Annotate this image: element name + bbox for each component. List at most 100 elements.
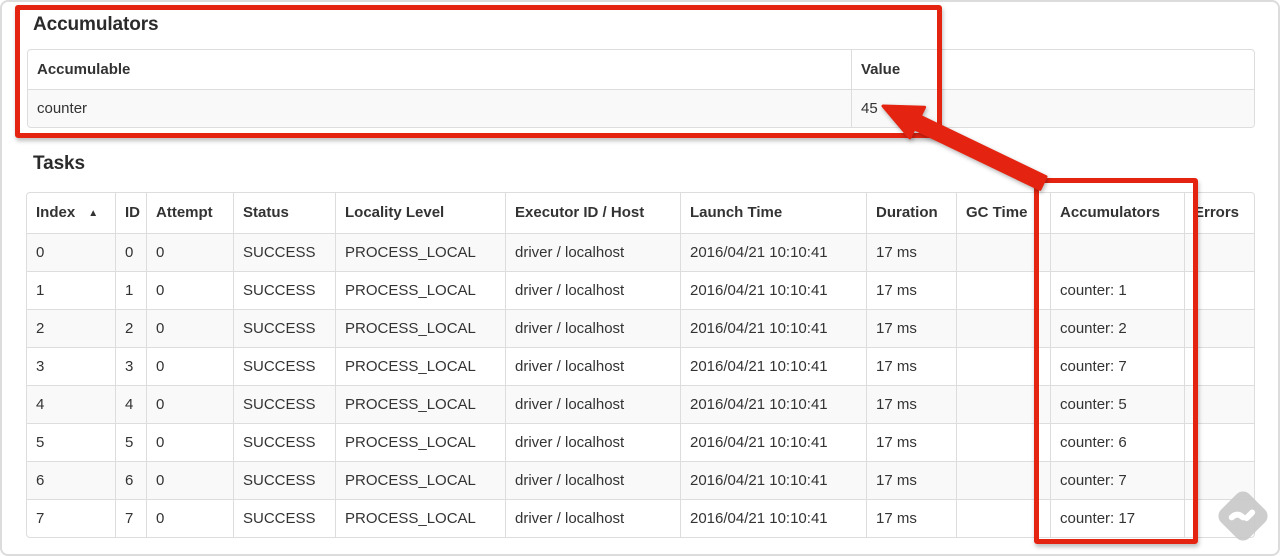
column-header-executor-id-host[interactable]: Executor ID / Host [505,193,680,233]
accumulators-table: Accumulable Value counter 45 [27,49,1255,128]
task-cell-launch-time: 2016/04/21 10:10:41 [680,271,866,309]
cursor-artifact [1266,543,1278,554]
task-cell-attempt: 0 [146,347,233,385]
task-cell-launch-time: 2016/04/21 10:10:41 [680,347,866,385]
task-cell-executor-id-host: driver / localhost [505,347,680,385]
task-cell-executor-id-host: driver / localhost [505,423,680,461]
task-cell-index: 4 [27,385,115,423]
task-cell-locality-level: PROCESS_LOCAL [335,461,505,499]
task-row: 2 2 0 SUCCESS PROCESS_LOCAL driver / localhos… [27,309,1254,347]
column-header-errors[interactable]: Errors [1184,193,1254,233]
task-cell-attempt: 0 [146,423,233,461]
tasks-table: Index ▲ ID Attempt Status Locality Level … [26,192,1255,538]
task-cell-attempt: 0 [146,309,233,347]
accumulable-value-cell: 45 [851,89,1254,127]
task-row: 4 4 0 SUCCESS PROCESS_LOCAL driver / localhos… [27,385,1254,423]
task-cell-id: 6 [115,461,146,499]
task-cell-duration: 17 ms [866,347,956,385]
task-cell-index: 2 [27,309,115,347]
task-cell-executor-id-host: driver / localhost [505,233,680,271]
task-cell-locality-level: PROCESS_LOCAL [335,271,505,309]
column-header-value[interactable]: Value [851,50,1254,89]
task-cell-accumulators: counter: 2 [1050,309,1184,347]
task-cell-duration: 17 ms [866,499,956,537]
task-cell-index: 5 [27,423,115,461]
task-cell-index: 0 [27,233,115,271]
task-row: 7 7 0 SUCCESS PROCESS_LOCAL driver / localhos… [27,499,1254,537]
task-cell-index: 1 [27,271,115,309]
tasks-section-title: Tasks [33,153,85,174]
task-cell-locality-level: PROCESS_LOCAL [335,347,505,385]
task-cell-attempt: 0 [146,233,233,271]
task-cell-accumulators [1050,233,1184,271]
task-cell-locality-level: PROCESS_LOCAL [335,499,505,537]
task-cell-errors [1184,385,1254,423]
task-cell-duration: 17 ms [866,461,956,499]
task-cell-executor-id-host: driver / localhost [505,309,680,347]
accumulable-name-cell: counter [28,89,851,127]
task-cell-gc-time [956,499,1050,537]
task-cell-errors [1184,423,1254,461]
task-cell-status: SUCCESS [233,271,335,309]
column-header-status[interactable]: Status [233,193,335,233]
task-cell-accumulators: counter: 5 [1050,385,1184,423]
task-cell-status: SUCCESS [233,499,335,537]
task-cell-accumulators: counter: 7 [1050,347,1184,385]
task-cell-attempt: 0 [146,499,233,537]
task-cell-duration: 17 ms [866,233,956,271]
task-cell-locality-level: PROCESS_LOCAL [335,233,505,271]
column-header-duration[interactable]: Duration [866,193,956,233]
task-cell-status: SUCCESS [233,233,335,271]
task-cell-gc-time [956,423,1050,461]
task-cell-id: 2 [115,309,146,347]
task-cell-attempt: 0 [146,385,233,423]
accumulators-section-title: Accumulators [33,14,159,35]
task-cell-status: SUCCESS [233,423,335,461]
task-cell-accumulators: counter: 7 [1050,461,1184,499]
task-cell-errors [1184,347,1254,385]
task-cell-id: 4 [115,385,146,423]
column-header-gc-time[interactable]: GC Time [956,193,1050,233]
task-cell-errors [1184,233,1254,271]
task-cell-duration: 17 ms [866,385,956,423]
task-cell-status: SUCCESS [233,461,335,499]
task-cell-accumulators: counter: 17 [1050,499,1184,537]
column-header-accumulable[interactable]: Accumulable [28,50,851,89]
task-cell-launch-time: 2016/04/21 10:10:41 [680,461,866,499]
column-header-launch-time[interactable]: Launch Time [680,193,866,233]
task-cell-attempt: 0 [146,461,233,499]
task-cell-executor-id-host: driver / localhost [505,385,680,423]
task-cell-index: 3 [27,347,115,385]
task-cell-gc-time [956,233,1050,271]
task-cell-status: SUCCESS [233,385,335,423]
column-header-label: Index [36,204,76,221]
task-row: 1 1 0 SUCCESS PROCESS_LOCAL driver / localhos… [27,271,1254,309]
task-cell-attempt: 0 [146,271,233,309]
task-cell-gc-time [956,347,1050,385]
task-cell-executor-id-host: driver / localhost [505,499,680,537]
task-cell-launch-time: 2016/04/21 10:10:41 [680,423,866,461]
task-cell-duration: 17 ms [866,423,956,461]
task-cell-executor-id-host: driver / localhost [505,461,680,499]
task-cell-launch-time: 2016/04/21 10:10:41 [680,499,866,537]
accumulator-row: counter 45 [28,89,1254,127]
task-row: 6 6 0 SUCCESS PROCESS_LOCAL driver / localhos… [27,461,1254,499]
task-cell-errors [1184,271,1254,309]
spark-ui-screen: Accumulators Accumulable Value counter 4… [0,0,1280,556]
column-header-locality-level[interactable]: Locality Level [335,193,505,233]
column-header-accumulators[interactable]: Accumulators [1050,193,1184,233]
task-cell-id: 5 [115,423,146,461]
column-header-index[interactable]: Index ▲ [27,193,115,233]
column-header-attempt[interactable]: Attempt [146,193,233,233]
column-header-id[interactable]: ID [115,193,146,233]
task-cell-locality-level: PROCESS_LOCAL [335,423,505,461]
sort-ascending-icon: ▲ [88,208,99,219]
task-cell-launch-time: 2016/04/21 10:10:41 [680,385,866,423]
task-cell-duration: 17 ms [866,271,956,309]
task-cell-id: 1 [115,271,146,309]
task-row: 5 5 0 SUCCESS PROCESS_LOCAL driver / localhos… [27,423,1254,461]
task-cell-index: 6 [27,461,115,499]
task-row: 3 3 0 SUCCESS PROCESS_LOCAL driver / localhos… [27,347,1254,385]
task-cell-id: 0 [115,233,146,271]
accumulators-header-row: Accumulable Value [28,50,1254,89]
